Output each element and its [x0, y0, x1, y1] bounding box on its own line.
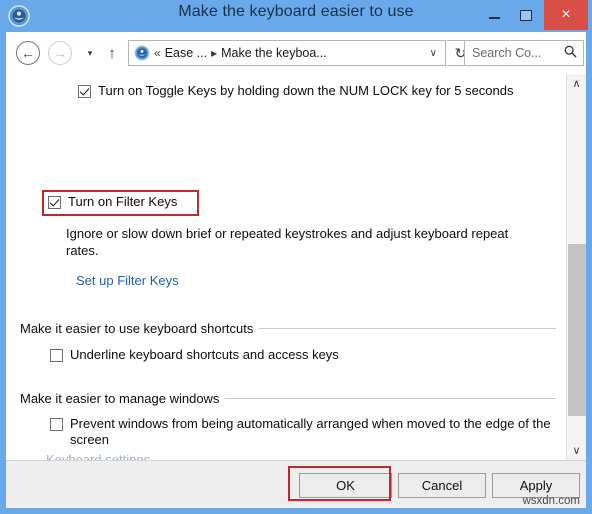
scroll-down-button[interactable]: ∨: [567, 441, 586, 460]
scroll-up-button[interactable]: ∧: [567, 74, 586, 93]
search-box[interactable]: Search Co...: [464, 40, 584, 66]
search-input[interactable]: Search Co...: [472, 46, 541, 60]
ok-button-label: OK: [336, 478, 355, 493]
recent-locations-button[interactable]: ▾: [82, 46, 98, 60]
breadcrumb-ease-of-access-icon: [134, 45, 150, 61]
checkbox-row-underline-shortcuts[interactable]: Underline keyboard shortcuts and access …: [50, 347, 500, 363]
underline-shortcuts-checkbox[interactable]: [50, 349, 63, 362]
underline-shortcuts-label: Underline keyboard shortcuts and access …: [70, 347, 339, 362]
section-heading-windows-text: Make it easier to manage windows: [20, 391, 220, 406]
maximize-button[interactable]: [510, 0, 542, 30]
section-heading-shortcuts: Make it easier to use keyboard shortcuts: [20, 321, 556, 336]
breadcrumb-overflow-icon[interactable]: «: [150, 46, 165, 60]
chevron-up-icon: ∧: [572, 78, 581, 90]
cancel-button-label: Cancel: [421, 478, 463, 493]
minimize-icon: [488, 17, 500, 19]
keyboard-settings-link[interactable]: Keyboard settings: [46, 452, 150, 460]
search-icon: [564, 45, 577, 61]
chevron-down-icon: ∨: [572, 445, 581, 457]
navigation-bar: ← → ▾ ↑ « Ease ... ▸ Make the keyboa... …: [6, 32, 586, 74]
control-panel-window: Make the keyboard easier to use × ← → ▾ …: [0, 0, 592, 514]
filter-keys-description: Ignore or slow down brief or repeated ke…: [66, 226, 509, 258]
ok-button[interactable]: OK: [299, 473, 392, 498]
watermark: wsxdn.com: [522, 495, 580, 507]
cancel-button[interactable]: Cancel: [398, 473, 486, 498]
back-arrow-icon: ←: [21, 45, 35, 61]
toggle-keys-label: Turn on Toggle Keys by holding down the …: [98, 83, 514, 98]
close-button[interactable]: ×: [544, 0, 588, 30]
toggle-keys-checkbox[interactable]: [78, 85, 91, 98]
section-heading-windows: Make it easier to manage windows: [20, 391, 556, 406]
prevent-arrange-label: Prevent windows from being automatically…: [70, 416, 551, 447]
minimize-button[interactable]: [478, 0, 510, 30]
close-icon: ×: [561, 6, 571, 23]
breadcrumb-item-current[interactable]: Make the keyboa...: [221, 46, 327, 60]
title-bar: Make the keyboard easier to use ×: [0, 0, 592, 32]
section-divider: [225, 398, 556, 399]
checkbox-row-toggle-keys[interactable]: Turn on Toggle Keys by holding down the …: [78, 83, 548, 99]
back-button[interactable]: ←: [16, 41, 40, 65]
prevent-arrange-checkbox[interactable]: [50, 418, 63, 431]
chevron-down-icon: ▾: [87, 47, 93, 58]
settings-content-pane: Turn on Toggle Keys by holding down the …: [6, 74, 586, 460]
apply-button-label: Apply: [519, 478, 553, 493]
up-one-level-button[interactable]: ↑: [104, 44, 120, 62]
checkbox-row-prevent-arrange[interactable]: Prevent windows from being automatically…: [50, 416, 555, 448]
section-heading-shortcuts-text: Make it easier to use keyboard shortcuts: [20, 321, 254, 336]
setup-filter-keys-link[interactable]: Set up Filter Keys: [76, 273, 179, 288]
checkbox-row-filter-keys[interactable]: Turn on Filter Keys: [48, 194, 248, 210]
section-divider: [259, 328, 556, 329]
forward-button[interactable]: →: [48, 41, 72, 65]
filter-keys-label: Turn on Filter Keys: [68, 194, 178, 209]
address-dropdown-icon[interactable]: ∨: [430, 48, 437, 59]
address-bar[interactable]: « Ease ... ▸ Make the keyboa... ∨: [128, 40, 446, 66]
maximize-icon: [520, 9, 532, 21]
dialog-button-bar: OK Cancel Apply wsxdn.com: [6, 460, 586, 508]
breadcrumb-separator-icon[interactable]: ▸: [207, 46, 221, 60]
breadcrumb-item-ease[interactable]: Ease ...: [165, 46, 207, 60]
scrollbar-thumb[interactable]: [568, 244, 586, 416]
up-arrow-icon: ↑: [108, 44, 116, 62]
forward-arrow-icon: →: [53, 45, 67, 61]
filter-keys-checkbox[interactable]: [48, 196, 61, 209]
vertical-scrollbar[interactable]: ∧ ∨: [566, 74, 586, 460]
